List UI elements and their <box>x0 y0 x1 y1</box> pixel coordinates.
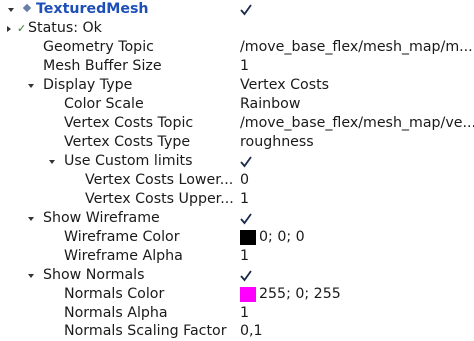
status-row[interactable]: ✓ Status: Ok <box>0 19 474 38</box>
property-value[interactable]: /move_base_flex/mesh_map/m... <box>240 38 473 57</box>
property-label: Mesh Buffer Size <box>43 58 162 74</box>
property-value[interactable]: 0,1 <box>240 322 263 341</box>
property-label: Normals Scaling Factor <box>64 323 227 339</box>
property-label: Wireframe Color <box>64 229 180 245</box>
collapse-arrow-icon[interactable] <box>4 19 14 38</box>
show-wireframe-checkbox[interactable] <box>238 209 254 228</box>
property-value[interactable]: 255; 0; 255 <box>259 285 341 304</box>
property-tree: TexturedMesh ✓ Status: Ok Geometry Topic… <box>0 0 474 341</box>
enabled-checkbox[interactable] <box>238 0 254 19</box>
expand-arrow-icon[interactable] <box>26 76 36 95</box>
property-row-vertex-costs-topic[interactable]: Vertex Costs Topic /move_base_flex/mesh_… <box>0 114 474 133</box>
property-row-normals-alpha[interactable]: Normals Alpha 1 <box>0 304 474 323</box>
status-label: Status: Ok <box>28 20 102 36</box>
property-label: Display Type <box>43 77 133 93</box>
show-normals-checkbox[interactable] <box>238 266 254 285</box>
property-value[interactable]: roughness <box>240 133 314 152</box>
property-label: Vertex Costs Type <box>64 134 191 150</box>
property-label: Show Normals <box>43 267 145 283</box>
property-row-geometry-topic[interactable]: Geometry Topic /move_base_flex/mesh_map/… <box>0 38 474 57</box>
property-label: Use Custom limits <box>64 153 193 169</box>
property-value[interactable]: /move_base_flex/mesh_map/ve... <box>240 114 474 133</box>
property-row-vertex-costs-upper[interactable]: Vertex Costs Upper... 1 <box>0 190 474 209</box>
use-custom-limits-checkbox[interactable] <box>238 152 254 171</box>
status-ok-icon: ✓ <box>17 22 27 35</box>
property-row-show-wireframe[interactable]: Show Wireframe <box>0 209 474 228</box>
property-row-wireframe-color[interactable]: Wireframe Color 0; 0; 0 <box>0 228 474 247</box>
property-row-mesh-buffer-size[interactable]: Mesh Buffer Size 1 <box>0 57 474 76</box>
checkmark-icon <box>240 3 252 15</box>
property-row-color-scale[interactable]: Color Scale Rainbow <box>0 95 474 114</box>
property-label: Vertex Costs Lower... <box>85 172 234 188</box>
color-swatch[interactable] <box>240 230 256 245</box>
property-row-display-type[interactable]: Display Type Vertex Costs <box>0 76 474 95</box>
expand-arrow-icon[interactable] <box>47 152 57 171</box>
expand-arrow-icon[interactable] <box>26 209 36 228</box>
property-row-show-normals[interactable]: Show Normals <box>0 266 474 285</box>
property-value[interactable]: 1 <box>240 247 249 266</box>
property-value[interactable]: 1 <box>240 57 249 76</box>
property-row-vertex-costs-lower[interactable]: Vertex Costs Lower... 0 <box>0 171 474 190</box>
expand-arrow-icon[interactable] <box>6 0 16 19</box>
property-value[interactable]: 1 <box>240 304 249 323</box>
property-label: Vertex Costs Topic <box>64 115 194 131</box>
checkmark-icon <box>240 155 252 167</box>
property-row-normals-color[interactable]: Normals Color 255; 0; 255 <box>0 285 474 304</box>
property-row-normals-scaling-factor[interactable]: Normals Scaling Factor 0,1 <box>0 322 474 341</box>
expand-arrow-icon[interactable] <box>26 266 36 285</box>
property-label: Normals Color <box>64 286 165 302</box>
display-row-texturedmesh[interactable]: TexturedMesh <box>0 0 474 19</box>
display-type-icon <box>22 3 32 13</box>
property-value[interactable]: Rainbow <box>240 95 300 114</box>
checkmark-icon <box>240 212 252 224</box>
property-label: Color Scale <box>64 96 144 112</box>
color-swatch[interactable] <box>240 287 256 302</box>
checkmark-icon <box>240 269 252 281</box>
property-label: Vertex Costs Upper... <box>85 191 234 207</box>
property-value[interactable]: Vertex Costs <box>240 76 329 95</box>
property-row-use-custom-limits[interactable]: Use Custom limits <box>0 152 474 171</box>
property-label: Wireframe Alpha <box>64 248 183 264</box>
property-value[interactable]: 1 <box>240 190 249 209</box>
property-row-wireframe-alpha[interactable]: Wireframe Alpha 1 <box>0 247 474 266</box>
property-label: Show Wireframe <box>43 210 160 226</box>
property-label: Geometry Topic <box>43 39 154 55</box>
property-row-vertex-costs-type[interactable]: Vertex Costs Type roughness <box>0 133 474 152</box>
display-name: TexturedMesh <box>36 1 149 17</box>
property-value[interactable]: 0; 0; 0 <box>259 228 305 247</box>
property-label: Normals Alpha <box>64 305 168 321</box>
property-value[interactable]: 0 <box>240 171 249 190</box>
